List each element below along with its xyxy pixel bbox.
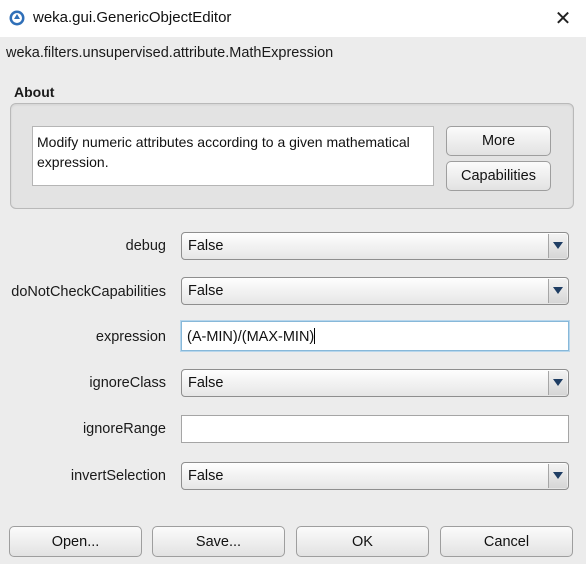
text-caret	[314, 328, 316, 344]
weka-app-icon	[9, 10, 25, 26]
debug-label: debug	[125, 238, 166, 254]
close-icon: ✕	[554, 8, 572, 30]
about-description: Modify numeric attributes according to a…	[32, 126, 434, 186]
debug-dropdown[interactable]: False	[181, 232, 569, 260]
donotcheckcapabilities-dropdown[interactable]: False	[181, 277, 569, 305]
title-bar: weka.gui.GenericObjectEditor ✕	[0, 0, 586, 37]
save-button[interactable]: Save...	[152, 526, 285, 557]
close-button[interactable]: ✕	[540, 0, 586, 37]
more-button[interactable]: More	[446, 126, 551, 156]
donotcheckcapabilities-label: doNotCheckCapabilities	[11, 284, 166, 300]
capabilities-button[interactable]: Capabilities	[446, 161, 551, 191]
about-description-line-2: expression.	[37, 154, 109, 170]
chevron-down-icon	[548, 279, 567, 303]
ignoreclass-label: ignoreClass	[89, 375, 166, 391]
expression-input[interactable]: (A-MIN)/(MAX-MIN)	[181, 321, 569, 351]
ignorerange-label: ignoreRange	[82, 421, 166, 437]
ignoreclass-value: False	[188, 375, 224, 391]
window-title: weka.gui.GenericObjectEditor	[33, 9, 232, 26]
chevron-down-icon	[548, 371, 567, 395]
expression-value: (A-MIN)/(MAX-MIN)	[187, 328, 316, 345]
expression-label: expression	[95, 329, 166, 345]
chevron-down-icon	[548, 464, 567, 488]
invertselection-value: False	[188, 468, 224, 484]
chevron-down-icon	[548, 234, 567, 258]
open-button[interactable]: Open...	[9, 526, 142, 557]
about-heading: About	[14, 84, 55, 100]
ignoreclass-dropdown[interactable]: False	[181, 369, 569, 397]
about-description-line-1: Modify numeric attributes according to a…	[37, 134, 410, 150]
donotcheckcapabilities-value: False	[188, 283, 224, 299]
filter-class-name[interactable]: weka.filters.unsupervised.attribute.Math…	[6, 45, 333, 61]
invertselection-label: invertSelection	[70, 468, 166, 484]
ignorerange-input[interactable]	[181, 415, 569, 443]
cancel-button[interactable]: Cancel	[440, 526, 573, 557]
ok-button[interactable]: OK	[296, 526, 429, 557]
debug-value: False	[188, 238, 224, 254]
invertselection-dropdown[interactable]: False	[181, 462, 569, 490]
